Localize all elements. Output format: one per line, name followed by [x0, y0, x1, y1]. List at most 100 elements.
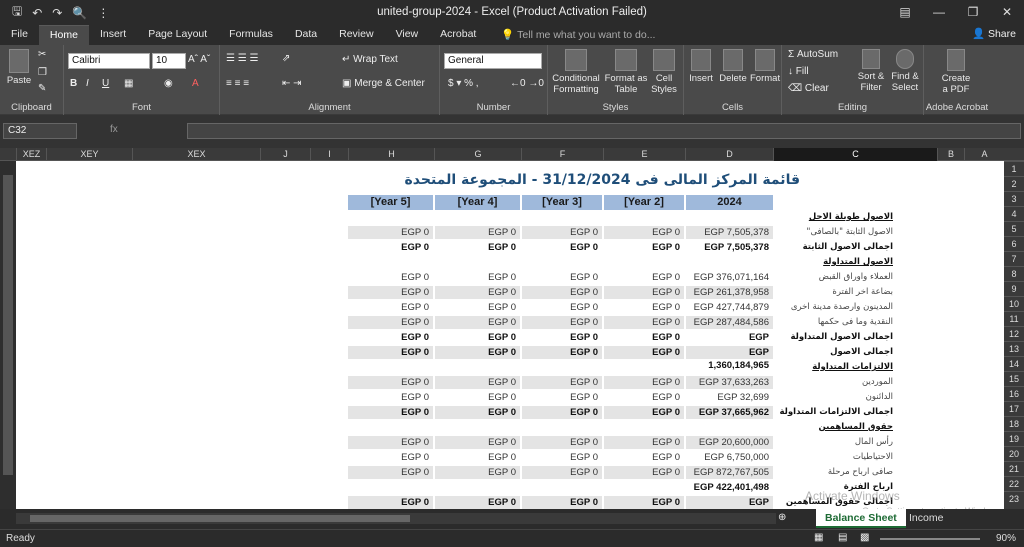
share-button[interactable]: 👤 Share: [972, 27, 1016, 40]
row-label[interactable]: الدائنون: [780, 390, 893, 405]
table-cell[interactable]: EGP 0: [522, 271, 602, 284]
font-color-icon[interactable]: A: [192, 78, 199, 89]
table-cell[interactable]: EGP 0: [522, 391, 602, 404]
wrap-text-button[interactable]: ↵ Wrap Text: [342, 54, 398, 65]
table-cell[interactable]: EGP 0: [604, 391, 684, 404]
conditional-formatting-button[interactable]: Conditional Formatting: [550, 49, 602, 95]
col-header[interactable]: I: [310, 148, 348, 161]
table-cell[interactable]: EGP 0: [435, 376, 520, 389]
col-header[interactable]: A: [964, 148, 1004, 161]
table-cell[interactable]: EGP 0: [604, 286, 684, 299]
print-preview-icon[interactable]: 🔍: [72, 6, 87, 20]
table-cell[interactable]: EGP 0: [348, 451, 433, 464]
table-cell[interactable]: EGP 0: [604, 406, 684, 419]
copy-icon[interactable]: ❐: [38, 67, 47, 78]
table-cell[interactable]: EGP 0: [348, 301, 433, 314]
table-cell[interactable]: EGP 0: [604, 241, 684, 254]
indent-icon[interactable]: ⇤ ⇥: [282, 78, 302, 89]
table-cell[interactable]: EGP 32,699: [686, 391, 773, 404]
table-cell[interactable]: EGP 0: [435, 346, 520, 359]
undo-icon[interactable]: ↶: [32, 6, 42, 20]
row-header[interactable]: 12: [1004, 326, 1024, 341]
tab-insert[interactable]: Insert: [89, 25, 137, 45]
row-label[interactable]: اجمالى الاصول: [780, 345, 893, 360]
add-sheet-icon[interactable]: ⊕: [778, 512, 786, 523]
vertical-scrollbar[interactable]: [0, 161, 16, 509]
table-cell[interactable]: EGP 0: [522, 286, 602, 299]
find-select-button[interactable]: Find & Select: [888, 49, 922, 93]
row-header[interactable]: 5: [1004, 221, 1024, 236]
table-cell[interactable]: EGP 0: [522, 226, 602, 239]
table-cell[interactable]: EGP 0: [435, 226, 520, 239]
create-pdf-button[interactable]: Create a PDF: [934, 49, 978, 95]
table-cell[interactable]: EGP 0: [435, 391, 520, 404]
row-label[interactable]: النقدية وما فى حكمها: [780, 315, 893, 330]
row-label[interactable]: الاصول طويلة الاجل: [780, 210, 893, 225]
insert-function-icon[interactable]: fx: [110, 124, 118, 135]
table-cell[interactable]: EGP 0: [435, 406, 520, 419]
table-cell[interactable]: EGP 0: [604, 226, 684, 239]
row-header[interactable]: 17: [1004, 401, 1024, 416]
bold-icon[interactable]: B: [70, 78, 77, 89]
row-header[interactable]: 13: [1004, 341, 1024, 356]
col-header[interactable]: B: [937, 148, 964, 161]
table-cell[interactable]: EGP 0: [348, 271, 433, 284]
row-label[interactable]: الاصول الثابتة "بالصافى": [780, 225, 893, 240]
table-cell[interactable]: EGP 0: [348, 466, 433, 479]
table-cell[interactable]: EGP 0: [522, 496, 602, 509]
table-cell[interactable]: EGP 0: [604, 436, 684, 449]
row-label[interactable]: الالتزامات المتداولة: [780, 360, 893, 375]
ribbon-display-icon[interactable]: ▤: [888, 0, 922, 25]
table-cell[interactable]: EGP 0: [435, 331, 520, 344]
font-name-select[interactable]: Calibri: [68, 53, 150, 69]
row-header[interactable]: 2: [1004, 176, 1024, 191]
fill-color-icon[interactable]: ◉: [164, 78, 173, 89]
row-header[interactable]: 9: [1004, 281, 1024, 296]
row-label[interactable]: اجمالى الاصول الثابتة: [780, 240, 893, 255]
customize-toolbar-icon[interactable]: ⋮: [97, 6, 109, 20]
borders-icon[interactable]: ▦: [124, 78, 133, 89]
row-label[interactable]: اجمالى الاصول المتداولة: [780, 330, 893, 345]
tab-data[interactable]: Data: [284, 25, 328, 45]
table-cell[interactable]: EGP 0: [348, 406, 433, 419]
table-cell[interactable]: EGP 0: [348, 316, 433, 329]
table-cell[interactable]: EGP 0: [348, 331, 433, 344]
table-cell[interactable]: EGP 0: [604, 316, 684, 329]
table-cell[interactable]: EGP 287,484,586: [686, 316, 773, 329]
clear-button[interactable]: ⌫ Clear: [788, 83, 829, 94]
row-label[interactable]: الاحتياطيات: [780, 450, 893, 465]
col-header[interactable]: H: [348, 148, 434, 161]
row-label[interactable]: رأس المال: [780, 435, 893, 450]
row-header[interactable]: 22: [1004, 476, 1024, 491]
cut-icon[interactable]: ✂: [38, 49, 46, 60]
format-painter-icon[interactable]: ✎: [38, 83, 46, 94]
col-header[interactable]: G: [434, 148, 521, 161]
table-cell[interactable]: EGP 0: [435, 241, 520, 254]
row-header[interactable]: 21: [1004, 461, 1024, 476]
merge-center-button[interactable]: ▣ Merge & Center: [342, 78, 425, 89]
table-cell[interactable]: EGP 0: [435, 496, 520, 509]
table-cell[interactable]: EGP 0: [604, 271, 684, 284]
table-cell[interactable]: [348, 481, 433, 494]
font-size-select[interactable]: 10: [152, 53, 186, 69]
row-header[interactable]: 4: [1004, 206, 1024, 221]
col-header[interactable]: E: [603, 148, 685, 161]
row-header[interactable]: 15: [1004, 371, 1024, 386]
horizontal-scrollbar[interactable]: [16, 513, 776, 524]
table-cell[interactable]: EGP 0: [348, 346, 433, 359]
table-cell[interactable]: EGP 0: [348, 391, 433, 404]
sort-filter-button[interactable]: Sort & Filter: [854, 49, 888, 93]
table-cell[interactable]: EGP 0: [522, 331, 602, 344]
table-cell[interactable]: EGP 0: [522, 466, 602, 479]
table-cell[interactable]: EGP 0: [348, 496, 433, 509]
col-header[interactable]: F: [521, 148, 603, 161]
fill-button[interactable]: ↓ Fill: [788, 66, 809, 77]
format-as-table-button[interactable]: Format as Table: [604, 49, 648, 95]
table-cell[interactable]: EGP 0: [348, 436, 433, 449]
tab-formulas[interactable]: Formulas: [218, 25, 284, 45]
row-header[interactable]: 18: [1004, 416, 1024, 431]
table-cell[interactable]: EGP 0: [522, 451, 602, 464]
table-cell[interactable]: [604, 481, 684, 494]
table-cell[interactable]: EGP 0: [348, 376, 433, 389]
row-label[interactable]: الاصول المتداولة: [780, 255, 893, 270]
